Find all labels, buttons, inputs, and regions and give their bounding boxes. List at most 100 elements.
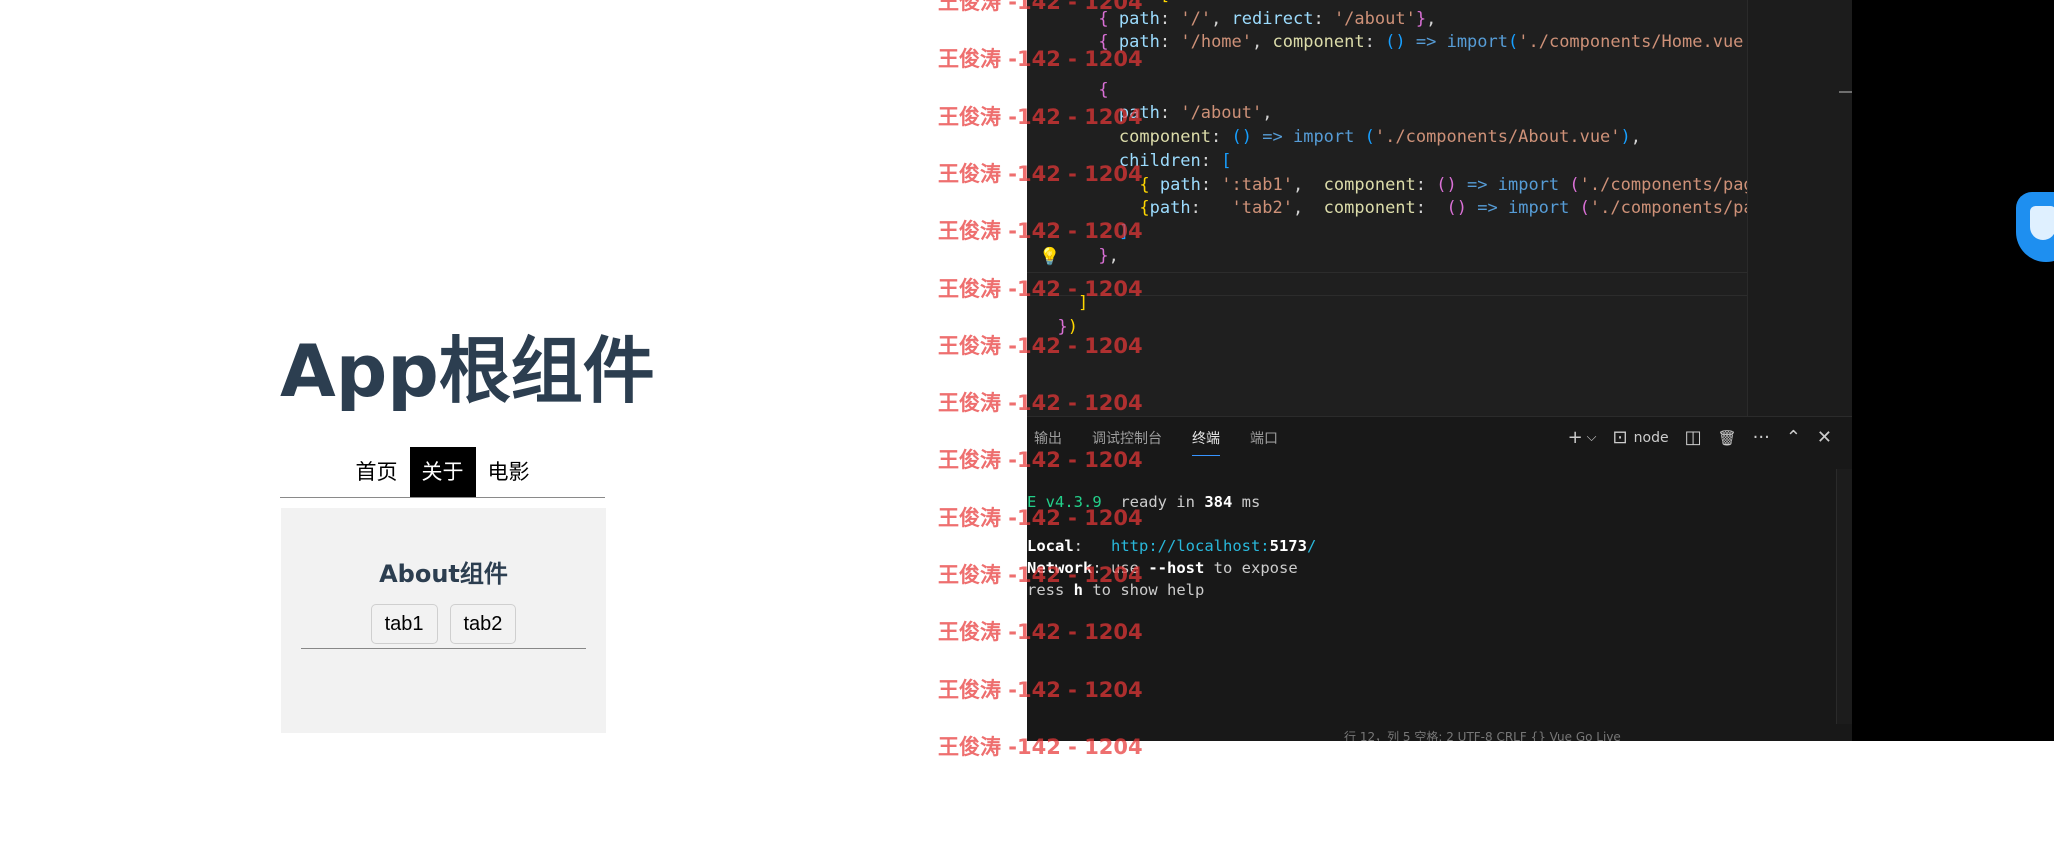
code-line[interactable]: },: [1037, 245, 1825, 269]
tab-debug-console[interactable]: 调试控制台: [1092, 427, 1162, 455]
terminal-icon[interactable]: ⊡: [1613, 425, 1628, 451]
code-line[interactable]: {: [1037, 79, 1825, 103]
code-line[interactable]: [1037, 55, 1825, 79]
nav-bar: 首页 关于 电影: [280, 447, 605, 498]
tab2-button[interactable]: tab2: [449, 604, 517, 644]
code-token: {: [1098, 79, 1109, 100]
terminal-line: ress h to show help: [1027, 579, 1316, 601]
code-line[interactable]: { path: ':tab1', component: () => import…: [1037, 174, 1825, 198]
code-line[interactable]: ]: [1037, 221, 1825, 245]
code-editor[interactable]: routes: [ { path: '/', redirect: '/about…: [1027, 0, 1852, 416]
code-line[interactable]: component: () => import ('./components/A…: [1037, 126, 1825, 150]
lightbulb-icon[interactable]: 💡: [1039, 247, 1060, 267]
code-token: (): [1385, 32, 1406, 53]
code-token: :: [1159, 32, 1181, 53]
minimap[interactable]: [1747, 0, 1852, 416]
code-token: path: [1159, 174, 1201, 195]
code-token: (): [1231, 127, 1252, 148]
terminal-name[interactable]: node: [1634, 425, 1669, 451]
plus-icon[interactable]: +: [1568, 425, 1583, 451]
code-token: ,: [1262, 103, 1273, 124]
code-token: '/about': [1333, 8, 1416, 29]
code-line[interactable]: ]: [1037, 292, 1825, 316]
split-icon[interactable]: ◫: [1685, 425, 1702, 451]
tab1-button[interactable]: tab1: [370, 604, 438, 644]
code-token: ,: [1630, 127, 1642, 148]
more-icon[interactable]: ···: [1753, 425, 1770, 451]
code-line[interactable]: path: '/about',: [1037, 102, 1825, 126]
close-icon[interactable]: ✕: [1817, 425, 1832, 451]
code-token: =>: [1467, 174, 1488, 195]
code-token: :: [1211, 127, 1232, 148]
terminal-token: http://localhost:: [1111, 537, 1270, 555]
terminal-token: Network: [1027, 559, 1093, 577]
code-token: :: [1364, 32, 1386, 53]
panel-scrollbar[interactable]: [1836, 469, 1852, 724]
code-token: '/about': [1180, 103, 1263, 124]
code-token: :: [1200, 174, 1222, 195]
code-token: ,: [1252, 32, 1273, 53]
code-line[interactable]: [1037, 268, 1825, 292]
code-token: path: [1118, 32, 1160, 53]
terminal-token: : use: [1092, 559, 1149, 577]
chevron-up-icon[interactable]: ⌃: [1786, 425, 1801, 451]
status-text[interactable]: 行 12，列 5 空格: 2 UTF-8 CRLF {} Vue Go Live: [1344, 730, 1621, 741]
code-line[interactable]: {path: 'tab2', component: () => import (…: [1037, 197, 1825, 221]
terminal-token: ms: [1232, 493, 1261, 511]
about-title: About组件: [379, 560, 508, 588]
trash-icon[interactable]: 🗑: [1718, 425, 1737, 451]
tab-terminal[interactable]: 终端: [1192, 427, 1220, 456]
bottom-panel: 输出 调试控制台 终端 端口 + ⌵ ⊡ node ◫ 🗑 ··· ⌃ ✕ E v4.3.9 read…: [1027, 416, 1852, 741]
terminal-output[interactable]: E v4.3.9 ready in 384 ms Local: http://lo…: [1027, 491, 1316, 601]
terminal-line: Local: http://localhost:5173/: [1027, 535, 1316, 557]
code-token: component: [1272, 32, 1365, 53]
code-line[interactable]: { path: '/', redirect: '/about'},: [1037, 8, 1825, 32]
code-token: (): [1446, 198, 1467, 219]
terminal-token: :: [1073, 537, 1111, 555]
code-token: [: [1160, 0, 1170, 5]
code-line[interactable]: }): [1037, 316, 1825, 340]
code-token: path: [1118, 8, 1160, 29]
code-token: children: [1118, 150, 1201, 171]
terminal-token: ready in: [1101, 493, 1205, 511]
tab-output[interactable]: 输出: [1034, 427, 1062, 455]
code-token: redirect: [1231, 8, 1314, 29]
code-token: import: [1446, 32, 1508, 53]
chevron-down-icon[interactable]: ⌵: [1587, 425, 1597, 451]
code-token: ): [1067, 316, 1078, 337]
nav-link-home[interactable]: 首页: [344, 447, 410, 497]
code-token: import: [1507, 198, 1570, 219]
minimap-slider[interactable]: [1839, 91, 1852, 93]
code-line[interactable]: routes: [: [1037, 0, 1825, 8]
code-line[interactable]: children: [: [1037, 150, 1825, 174]
tab-ports[interactable]: 端口: [1250, 427, 1278, 455]
code-token: (: [1579, 198, 1590, 219]
about-component: About组件 tab1 tab2: [281, 508, 606, 733]
code-token: =>: [1477, 198, 1498, 219]
nav-link-about[interactable]: 关于: [409, 447, 476, 497]
nav-link-movie[interactable]: 电影: [476, 447, 542, 497]
code-line[interactable]: { path: '/home', component: () => import…: [1037, 31, 1825, 55]
code-token: ,: [1426, 8, 1437, 29]
code-token: ,: [1108, 245, 1119, 266]
code-token: './components/About.vue': [1374, 127, 1621, 148]
code-content[interactable]: routes: [ { path: '/', redirect: '/about…: [1037, 0, 1825, 339]
terminal-token: h: [1073, 581, 1084, 599]
code-token: (: [1364, 127, 1375, 148]
code-token: ): [1620, 127, 1631, 148]
code-token: '/': [1180, 8, 1212, 29]
